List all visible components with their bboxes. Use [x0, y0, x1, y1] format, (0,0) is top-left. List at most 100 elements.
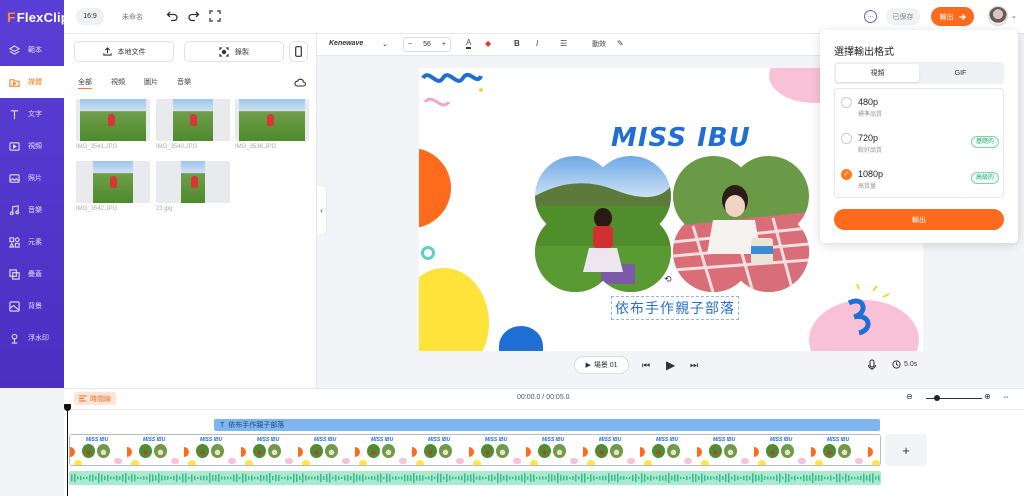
bold-icon[interactable]: B: [514, 39, 520, 48]
photo-baby-blanket: [439, 444, 452, 458]
zoom-slider-handle[interactable]: [934, 395, 940, 401]
font-family-select[interactable]: Kenewave: [329, 40, 363, 47]
aspect-ratio-button[interactable]: 16:9: [76, 8, 104, 25]
tab-video[interactable]: 視頻: [111, 77, 125, 89]
sidebar-item-overlay[interactable]: 疊蓋: [0, 258, 64, 290]
playhead[interactable]: [64, 404, 71, 496]
duration-value: 5.0s: [904, 361, 918, 368]
waveform-bar: [704, 475, 706, 481]
waveform-bar: [584, 473, 586, 483]
waveform-bar: [116, 475, 118, 481]
popup-export-button[interactable]: 輸出: [834, 209, 1004, 230]
upload-local-file-button[interactable]: 本地文件: [74, 41, 174, 62]
waveform-bar: [845, 473, 847, 483]
skip-forward-icon[interactable]: ⏭: [690, 360, 698, 371]
sidebar-item-photos[interactable]: 照片: [0, 162, 64, 194]
fullscreen-icon[interactable]: [209, 10, 221, 22]
avatar[interactable]: [988, 6, 1008, 26]
export-button[interactable]: 輸出: [931, 7, 974, 26]
waveform-bar: [119, 476, 121, 480]
microphone-icon[interactable]: [867, 359, 877, 371]
radio-button[interactable]: [841, 133, 852, 144]
sidebar-item-label: 疊蓋: [28, 271, 42, 278]
timeline-toggle[interactable]: 時間線: [74, 392, 116, 405]
zoom-out-icon[interactable]: ⊖: [906, 392, 913, 401]
tab-music[interactable]: 音樂: [177, 77, 191, 89]
waveform-bar: [725, 474, 727, 482]
pen-icon[interactable]: ✎: [617, 39, 624, 48]
radio-button[interactable]: [841, 97, 852, 108]
audio-waveform-track[interactable]: [69, 471, 881, 485]
play-icon[interactable]: ▶: [666, 358, 675, 372]
chat-icon[interactable]: …: [864, 10, 877, 23]
chevron-down-icon[interactable]: ⌄: [1011, 12, 1017, 20]
add-scene-button[interactable]: +: [885, 434, 927, 466]
duration-control[interactable]: 5.0s: [892, 360, 917, 369]
waveform-bar: [122, 474, 124, 482]
tab-video-format[interactable]: 視頻: [836, 64, 919, 82]
waveform-bar: [662, 475, 664, 481]
waveform-bar: [365, 476, 367, 480]
sidebar-item-templates[interactable]: 範本: [0, 34, 64, 66]
align-icon[interactable]: ☰: [560, 39, 567, 48]
sidebar-item-background[interactable]: 背景: [0, 290, 64, 322]
resolution-option-1080p[interactable]: ✓ 1080p 高質量 高級的: [835, 161, 1005, 197]
tab-all[interactable]: 全部: [78, 77, 92, 89]
skip-back-icon[interactable]: ⏮: [642, 360, 650, 371]
swap-icon[interactable]: ⟲: [664, 274, 672, 285]
phone-upload-button[interactable]: [289, 41, 308, 62]
chevron-down-icon[interactable]: ⌄: [382, 40, 388, 48]
media-thumbnail[interactable]: [156, 99, 230, 141]
undo-icon[interactable]: [166, 10, 178, 22]
tab-gif-format[interactable]: GIF: [919, 64, 1002, 82]
waveform-bar: [746, 475, 748, 481]
waveform-bar: [827, 476, 829, 480]
scene-selector[interactable]: ▶ 場景 01: [574, 356, 629, 374]
tab-images[interactable]: 圖片: [144, 77, 158, 89]
fit-timeline-icon[interactable]: ⇔: [1002, 392, 1010, 401]
media-thumbnail[interactable]: [156, 161, 230, 203]
photo-girl-grass: [82, 444, 95, 458]
decrease-size-button[interactable]: −: [408, 41, 412, 48]
project-name[interactable]: 未命名: [122, 12, 143, 22]
increase-size-button[interactable]: +: [442, 41, 446, 48]
resolution-option-480p[interactable]: 480p 標準品質: [835, 89, 1005, 125]
photo-baby-blanket[interactable]: [673, 156, 809, 292]
waveform-bar: [623, 476, 625, 480]
waveform-bar: [728, 473, 730, 483]
resolution-list: 480p 標準品質 720p 較好品質 基礎的 ✓ 1080p 高質量 高級的: [834, 88, 1004, 198]
sidebar-item-watermark[interactable]: 浮水印: [0, 322, 64, 354]
film-frame: MISS IBU: [526, 435, 583, 465]
sidebar-item-video[interactable]: 視頻: [0, 130, 64, 162]
highlight-color-icon[interactable]: ◆: [485, 39, 491, 48]
sidebar-item-text[interactable]: 文字: [0, 98, 64, 130]
sidebar-item-media[interactable]: 媒體: [0, 66, 64, 98]
radio-button-checked[interactable]: ✓: [841, 169, 852, 180]
font-size-stepper[interactable]: − 56 +: [403, 37, 451, 52]
cloud-icon[interactable]: [294, 77, 306, 87]
photo-girl-grass[interactable]: [535, 156, 671, 292]
canvas-subtitle[interactable]: 依布手作親子部落: [611, 296, 739, 320]
media-thumbnail[interactable]: [76, 161, 150, 203]
record-button[interactable]: 錄製: [184, 41, 284, 62]
canvas-title[interactable]: MISS IBU: [611, 123, 751, 153]
text-color-icon[interactable]: A: [466, 39, 472, 49]
waveform-bar: [176, 474, 178, 482]
resolution-option-720p[interactable]: 720p 較好品質 基礎的: [835, 125, 1005, 161]
waveform-bar: [851, 476, 853, 480]
waveform-bar: [860, 475, 862, 481]
collapse-panel-button[interactable]: ‹: [317, 186, 326, 234]
redo-icon[interactable]: [188, 10, 200, 22]
sidebar-item-elements[interactable]: 元素: [0, 226, 64, 258]
film-frame: MISS IBU: [298, 435, 355, 465]
video-track-clip[interactable]: MISS IBU MISS IBU MISS IBU MISS IBU MISS IBU…: [69, 434, 881, 466]
flexclip-logo[interactable]: F FlexClip: [0, 0, 69, 34]
media-thumbnail[interactable]: [76, 99, 150, 141]
italic-icon[interactable]: I: [536, 39, 538, 48]
media-thumbnail[interactable]: [235, 99, 309, 141]
zoom-in-icon[interactable]: ⊕: [984, 392, 991, 401]
effects-button[interactable]: 動效: [592, 39, 606, 49]
sidebar-item-music[interactable]: 音樂: [0, 194, 64, 226]
text-track-clip[interactable]: T 依布手作親子部落: [214, 419, 880, 431]
waveform-bar: [716, 475, 718, 481]
